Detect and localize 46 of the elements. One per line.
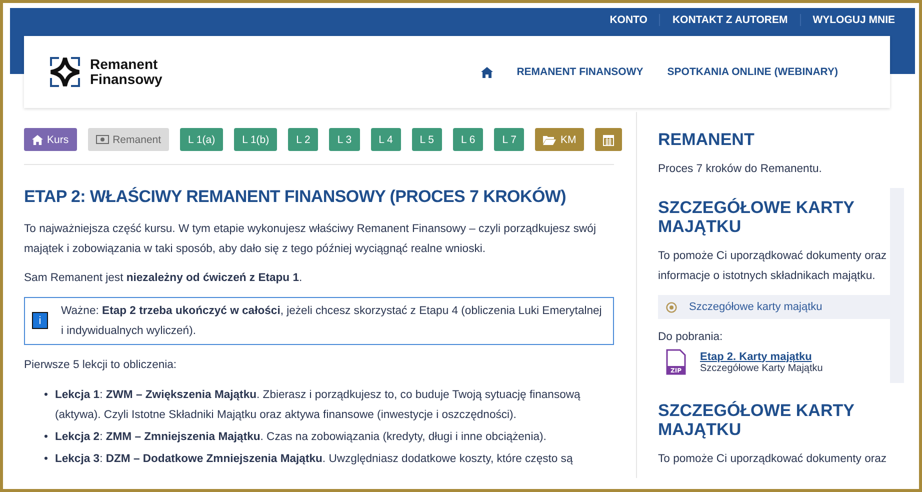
top-nav-link[interactable]: WYLOGUJ MNIE: [800, 14, 907, 26]
nav-link[interactable]: REMANENT FINANSOWY: [516, 66, 644, 78]
lesson-list-item: Lekcja 3: DZM – Dodatkowe Zmniejszenia Majątku. Uwzględniasz dodatkowe koszty, które często są: [54, 452, 573, 467]
panel-title: SZCZEGÓŁOWE KARTY MAJĄTKU: [658, 198, 856, 236]
sidebar-title: REMANENT: [658, 130, 756, 150]
paragraph: Pierwsze 5 lekcji to obliczenia:: [24, 358, 178, 373]
bullet: •: [44, 430, 48, 445]
logo-text: Finansowy: [90, 72, 162, 87]
panel-title: SZCZEGÓŁOWE KARTY MAJĄTKU: [658, 401, 856, 439]
lesson-list-item: Lekcja 2: ZMM – Zmniejszenia Majątku. Czas na zobowiązania (kredyty, długi i inne obciążenia).: [54, 430, 546, 445]
calendar-icon: [603, 134, 614, 146]
info-icon: i: [32, 312, 48, 329]
downloads-label: Do pobrania:: [658, 330, 724, 345]
sidebar-text: Proces 7 kroków do Remanentu.: [658, 162, 823, 177]
panel-text: To pomoże Ci uporządkować dokumenty oraz informacje o istotnych składnikach majątku.: [658, 249, 888, 284]
course-nav-button[interactable]: L 1(b): [234, 128, 278, 151]
nav-link[interactable]: SPOTKANIA ONLINE (WEBINARY): [667, 66, 838, 78]
course-nav-button[interactable]: L 5: [412, 128, 442, 151]
paragraph: Sam Remanent jest niezależny od ćwiczeń z Etapu 1.: [24, 271, 304, 286]
course-nav-button[interactable]: Kurs: [24, 128, 77, 151]
course-nav-button[interactable]: L 6: [453, 128, 484, 151]
home-icon: [32, 134, 43, 144]
course-nav-button[interactable]: L 4: [370, 128, 401, 151]
logo-text: Remanent: [90, 57, 159, 72]
paragraph: To najważniejsza część kursu. W tym etapie wykonujesz właściwy Remanent Finansowy – czyli porządkujesz swój majątek i zobowiązania w taki sposób, aby dało się z tego później wyciągnąć realne wnioski.: [24, 222, 597, 257]
download-link[interactable]: Etap 2. Karty majątku: [700, 350, 823, 362]
notice-text: Ważne: Etap 2 trzeba ukończyć w całości, jeżeli chcesz skorzystać z Etapu 4 (obliczenia Luki Emerytalnej i indywidualnych wyliczeń).: [61, 304, 603, 339]
home-icon[interactable]: [480, 66, 493, 78]
top-nav-link[interactable]: KONTAKT Z AUTOREM: [659, 14, 800, 26]
course-nav-button[interactable]: L 1(a): [180, 128, 224, 151]
top-nav-link[interactable]: KONTO: [598, 14, 660, 26]
bullet: •: [44, 452, 48, 467]
panel-text: To pomoże Ci uporządkować dokumenty oraz: [658, 452, 888, 467]
course-nav-button[interactable]: L 3: [329, 128, 360, 151]
course-nav-button[interactable]: [595, 128, 622, 151]
file-caption: Szczegółowe Karty Majątku: [700, 362, 823, 374]
banknote-icon: [96, 135, 109, 144]
lesson-list-item: Lekcja 1: ZWM – Zwiększenia Majątku. Zbierasz i porządkujesz to, co buduje Twoją sytuację finansową (aktywa). Czyli Istotne Składniki Majątku oraz aktywa finansowe (inwestycje i oszczędności).: [54, 388, 582, 423]
radio-icon: [666, 302, 677, 312]
page-title: ETAP 2: WŁAŚCIWY REMANENT FINANSOWY (PROCES 7 KROKÓW): [24, 187, 567, 207]
folder-icon: [543, 134, 556, 144]
course-nav-button[interactable]: KM: [535, 128, 584, 151]
logo-icon: [48, 55, 82, 89]
bullet: •: [44, 388, 48, 403]
course-nav-button[interactable]: L 7: [494, 128, 524, 151]
course-nav-button[interactable]: L 2: [288, 128, 318, 151]
